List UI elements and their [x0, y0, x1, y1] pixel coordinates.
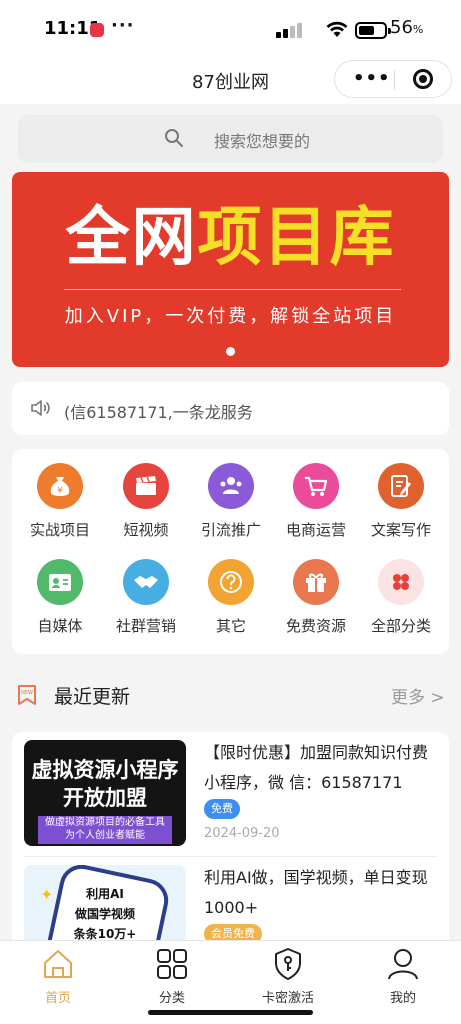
thumb-heading: 做国学视频 [74, 907, 135, 921]
cart-icon [293, 463, 339, 509]
new-flag-icon: NEW [18, 685, 36, 705]
tab-label: 我的 [389, 991, 416, 1006]
clapperboard-icon [123, 463, 169, 509]
category-wenan[interactable]: 文案写作 [357, 463, 445, 540]
tab-label: 分类 [158, 991, 185, 1006]
category-mianfei[interactable]: 免费资源 [272, 559, 360, 636]
category-qita[interactable]: 其它 [187, 559, 275, 636]
tab-category[interactable]: 分类 [132, 947, 212, 1006]
tab-label: 首页 [44, 991, 71, 1006]
item-title: 【限时优惠】加盟同款知识付费小程序，微 信：61587171 [204, 743, 429, 792]
banner-divider [64, 289, 401, 290]
tab-label: 卡密激活 [261, 991, 314, 1006]
home-indicator [148, 1010, 313, 1015]
category-duanshipin[interactable]: 短视频 [102, 463, 190, 540]
user-icon [388, 949, 418, 980]
thumb-band-text: 为个人创业者赋能 [65, 830, 145, 841]
item-title: 利用AI做，国学视频，单日变现1000+ [204, 868, 428, 917]
thumb-band-text: 做虚拟资源项目的必备工具 [45, 817, 165, 828]
cellular-signal-icon [276, 22, 306, 38]
free-badge: 免费 [204, 799, 240, 819]
section-title: 最近更新 [54, 686, 131, 708]
status-bar: 11:11 ··· 56% [0, 0, 461, 56]
thumb-heading: 虚拟资源小程序 [31, 758, 179, 782]
category-yinliu[interactable]: 引流推广 [187, 463, 275, 540]
edit-icon [378, 463, 424, 509]
category-shequn[interactable]: 社群营销 [102, 559, 190, 636]
app-notification-icon [90, 23, 104, 37]
category-label: 自媒体 [37, 617, 83, 635]
svg-text:¥: ¥ [57, 486, 63, 496]
category-zimeiti[interactable]: 自媒体 [16, 559, 104, 636]
item-thumbnail: 虚拟资源小程序 开放加盟 做虚拟资源项目的必备工具 为个人创业者赋能 [24, 740, 186, 846]
wifi-icon [326, 21, 348, 37]
list-item[interactable]: 虚拟资源小程序 开放加盟 做虚拟资源项目的必备工具 为个人创业者赋能 【限时优惠… [12, 732, 449, 857]
category-label: 短视频 [123, 521, 169, 539]
recent-section-header: NEW 最近更新 更多 > [0, 668, 461, 720]
home-icon [44, 950, 72, 978]
search-icon [165, 129, 183, 147]
more-link[interactable]: 更多 > [391, 683, 445, 708]
thumb-heading: 开放加盟 [63, 786, 147, 810]
category-label: 实战项目 [29, 521, 90, 539]
search-placeholder: 搜索您想要的 [214, 132, 311, 151]
more-menu-button[interactable]: ••• [353, 68, 391, 89]
banner-title: 全网项目库 [65, 201, 396, 275]
promo-banner[interactable]: 全网项目库 加入VIP，一次付费，解锁全站项目 [12, 172, 449, 367]
grid-icon [157, 949, 187, 979]
thumb-heading: 利用AI [86, 887, 124, 901]
title-bar: 87创业网 ••• [0, 56, 461, 104]
close-miniprogram-button[interactable] [413, 69, 433, 89]
category-label: 文案写作 [370, 521, 431, 539]
carousel-indicator[interactable] [226, 347, 235, 356]
gift-icon [293, 559, 339, 605]
id-card-icon [37, 559, 83, 605]
category-label: 全部分类 [370, 617, 431, 635]
capsule-divider [394, 70, 395, 90]
thumb-band: 做虚拟资源项目的必备工具 为个人创业者赋能 [38, 816, 172, 844]
tab-card-activate[interactable]: 卡密激活 [248, 947, 328, 1006]
question-icon [208, 559, 254, 605]
money-bag-icon: ¥ [37, 463, 83, 509]
category-label: 免费资源 [285, 617, 346, 635]
grid-icon [378, 559, 424, 605]
shield-key-icon [275, 948, 301, 980]
speaker-icon [31, 400, 50, 416]
status-more-dots: ··· [111, 15, 135, 36]
people-icon [208, 463, 254, 509]
battery-level: 56% [390, 17, 424, 38]
notice-bar[interactable]: (信61587171,一条龙服务 [12, 382, 449, 435]
handshake-icon [123, 559, 169, 605]
search-bar[interactable]: 搜索您想要的 [18, 115, 443, 163]
battery-icon [355, 22, 391, 39]
banner-subtitle: 加入VIP，一次付费，解锁全站项目 [64, 306, 397, 327]
tab-mine[interactable]: 我的 [363, 947, 443, 1006]
category-label: 引流推广 [200, 521, 261, 539]
category-label: 社群营销 [115, 617, 176, 635]
category-dianshang[interactable]: 电商运营 [272, 463, 360, 540]
category-label: 其它 [215, 617, 246, 635]
miniprogram-capsule: ••• [334, 60, 452, 98]
tab-home[interactable]: 首页 [18, 947, 98, 1006]
item-date: 2024-09-20 [204, 826, 280, 841]
category-label: 电商运营 [285, 521, 346, 539]
svg-text:NEW: NEW [21, 690, 33, 696]
notice-text: (信61587171,一条龙服务 [64, 403, 253, 422]
category-shizhan[interactable]: ¥ 实战项目 [16, 463, 104, 540]
category-grid: ¥ 实战项目 短视频 引流推广 电商运营 文案写作 自媒体 社群营销 其它 免费… [12, 449, 449, 654]
category-quanbu[interactable]: 全部分类 [357, 559, 445, 636]
